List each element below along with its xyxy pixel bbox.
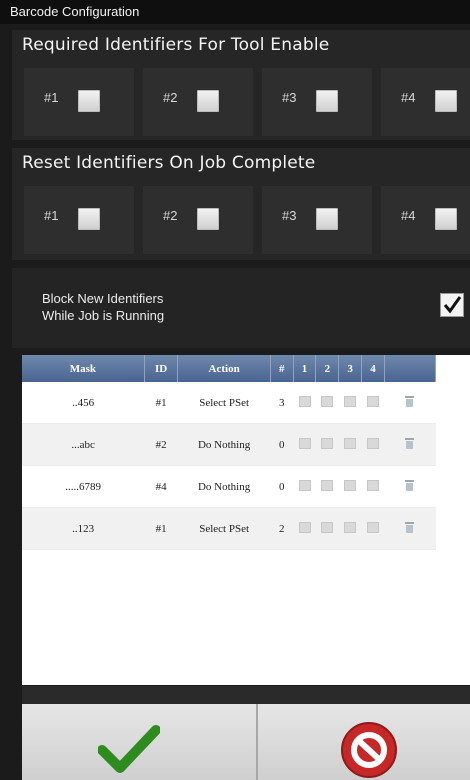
- block-checkbox[interactable]: [440, 293, 464, 317]
- row-checkbox-3[interactable]: [344, 437, 357, 449]
- required-title: Required Identifiers For Tool Enable: [22, 35, 330, 55]
- reset-id-1[interactable]: #1: [24, 186, 134, 254]
- mask-cell: .....6789: [22, 465, 145, 508]
- required-id-2-checkbox[interactable]: [197, 90, 219, 112]
- trash-icon[interactable]: [405, 521, 415, 533]
- block-label-line1: Block New Identifiers: [42, 291, 164, 306]
- required-id-3-label: #3: [282, 90, 297, 105]
- row-checkbox-4[interactable]: [366, 395, 379, 407]
- row-checkbox-2[interactable]: [321, 521, 334, 533]
- reset-id-3-checkbox[interactable]: [316, 208, 338, 230]
- action-cell: Select PSet: [177, 507, 271, 550]
- row-checkbox-2[interactable]: [321, 437, 334, 449]
- table-row[interactable]: ...abc #2 Do Nothing 0: [22, 423, 436, 466]
- block-panel: Block New Identifiers While Job is Runni…: [12, 268, 470, 348]
- table-header-row: Mask ID Action # 1 2 3 4: [22, 355, 437, 382]
- row-checkbox-1[interactable]: [298, 437, 311, 449]
- row-checkbox-1[interactable]: [298, 479, 311, 491]
- col-mask: Mask: [22, 355, 145, 382]
- reset-id-4-label: #4: [401, 208, 416, 223]
- ok-button[interactable]: [22, 704, 256, 780]
- checkmark-icon: [98, 725, 160, 773]
- reset-id-4[interactable]: #4: [381, 186, 470, 254]
- trash-icon[interactable]: [405, 437, 415, 449]
- col-4: 4: [361, 355, 385, 382]
- table-footer-strip: [22, 686, 470, 704]
- col-count: #: [270, 355, 294, 382]
- table-row[interactable]: ..123 #1 Select PSet 2: [22, 507, 436, 550]
- required-id-2-label: #2: [163, 90, 178, 105]
- cancel-icon: [341, 722, 397, 778]
- count-cell: 0: [270, 465, 294, 508]
- required-id-3-checkbox[interactable]: [316, 90, 338, 112]
- action-cell: Do Nothing: [177, 423, 271, 466]
- required-id-3[interactable]: #3: [262, 68, 372, 136]
- col-action: Action: [177, 355, 271, 382]
- col-id: ID: [144, 355, 179, 382]
- row-checkbox-4[interactable]: [366, 437, 379, 449]
- reset-id-1-label: #1: [44, 208, 59, 223]
- col-3: 3: [338, 355, 363, 382]
- row-checkbox-2[interactable]: [321, 395, 334, 407]
- required-id-4-label: #4: [401, 90, 416, 105]
- reset-id-2-label: #2: [163, 208, 178, 223]
- reset-id-4-checkbox[interactable]: [435, 208, 457, 230]
- required-id-4[interactable]: #4: [381, 68, 470, 136]
- mask-cell: ..123: [22, 507, 145, 550]
- reset-id-2-checkbox[interactable]: [197, 208, 219, 230]
- action-cell: Do Nothing: [177, 465, 271, 508]
- count-cell: 2: [270, 507, 294, 550]
- row-checkbox-3[interactable]: [344, 521, 357, 533]
- mask-cell: ...abc: [22, 423, 145, 466]
- block-label-line2: While Job is Running: [42, 308, 165, 323]
- col-delete: [384, 355, 437, 382]
- count-cell: 0: [270, 423, 294, 466]
- cancel-button[interactable]: [258, 704, 470, 780]
- identifier-table-area: Mask ID Action # 1 2 3 4 ..456 #1 Select…: [22, 355, 470, 685]
- action-cell: Select PSet: [177, 382, 271, 424]
- required-id-1[interactable]: #1: [24, 68, 134, 136]
- identifier-table: Mask ID Action # 1 2 3 4 ..456 #1 Select…: [22, 355, 437, 550]
- row-checkbox-3[interactable]: [344, 395, 357, 407]
- row-checkbox-2[interactable]: [321, 479, 334, 491]
- id-cell: #1: [144, 507, 178, 550]
- trash-icon[interactable]: [405, 395, 415, 407]
- row-checkbox-1[interactable]: [298, 395, 311, 407]
- block-label: Block New Identifiers While Job is Runni…: [42, 290, 164, 324]
- row-checkbox-3[interactable]: [344, 479, 357, 491]
- row-checkbox-4[interactable]: [366, 479, 379, 491]
- reset-id-3[interactable]: #3: [262, 186, 372, 254]
- row-checkbox-4[interactable]: [366, 521, 379, 533]
- required-id-4-checkbox[interactable]: [435, 90, 457, 112]
- id-cell: #4: [144, 465, 178, 508]
- required-id-1-checkbox[interactable]: [78, 90, 100, 112]
- count-cell: 3: [270, 382, 294, 424]
- row-checkbox-1[interactable]: [298, 521, 311, 533]
- table-row[interactable]: .....6789 #4 Do Nothing 0: [22, 465, 436, 508]
- required-id-1-label: #1: [44, 90, 59, 105]
- left-edge: [0, 350, 22, 780]
- window-title: Barcode Configuration: [0, 0, 470, 24]
- col-2: 2: [315, 355, 340, 382]
- id-cell: #1: [144, 382, 178, 424]
- checkmark-icon: [443, 296, 462, 314]
- reset-id-1-checkbox[interactable]: [78, 208, 100, 230]
- reset-title: Reset Identifiers On Job Complete: [22, 153, 316, 173]
- col-1: 1: [293, 355, 317, 382]
- trash-icon[interactable]: [405, 479, 415, 491]
- table-row[interactable]: ..456 #1 Select PSet 3: [22, 382, 436, 424]
- required-id-2[interactable]: #2: [143, 68, 253, 136]
- id-cell: #2: [144, 423, 178, 466]
- reset-id-3-label: #3: [282, 208, 297, 223]
- mask-cell: ..456: [22, 382, 145, 424]
- reset-id-2[interactable]: #2: [143, 186, 253, 254]
